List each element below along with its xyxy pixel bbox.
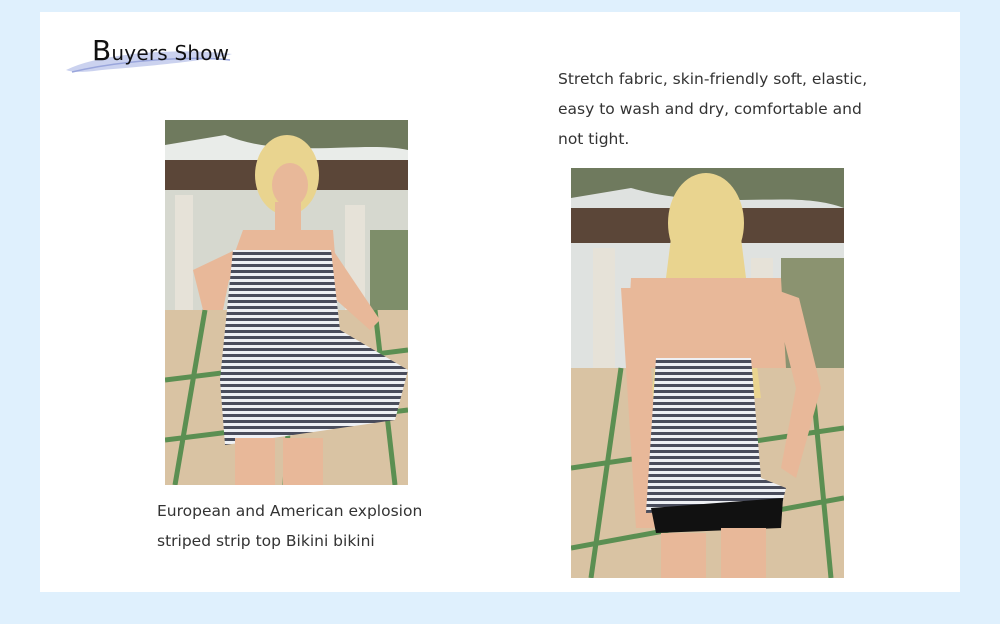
- front-view-photo: [165, 120, 408, 485]
- title-rest: uyers Show: [111, 41, 230, 65]
- left-caption-line-1: European and American explosion: [157, 502, 423, 520]
- right-caption-line-3: not tight.: [558, 130, 630, 148]
- left-caption: European and American explosion striped …: [157, 496, 457, 556]
- page-title: Buyers Show: [92, 34, 229, 67]
- right-caption-line-1: Stretch fabric, skin-friendly soft, elas…: [558, 70, 868, 88]
- back-view-photo: [571, 168, 844, 578]
- left-caption-line-2: striped strip top Bikini bikini: [157, 532, 375, 550]
- right-caption-line-2: easy to wash and dry, comfortable and: [558, 100, 862, 118]
- title-initial: B: [92, 34, 112, 67]
- right-caption: Stretch fabric, skin-friendly soft, elas…: [558, 64, 878, 154]
- buyers-show-heading: Buyers Show: [62, 30, 242, 80]
